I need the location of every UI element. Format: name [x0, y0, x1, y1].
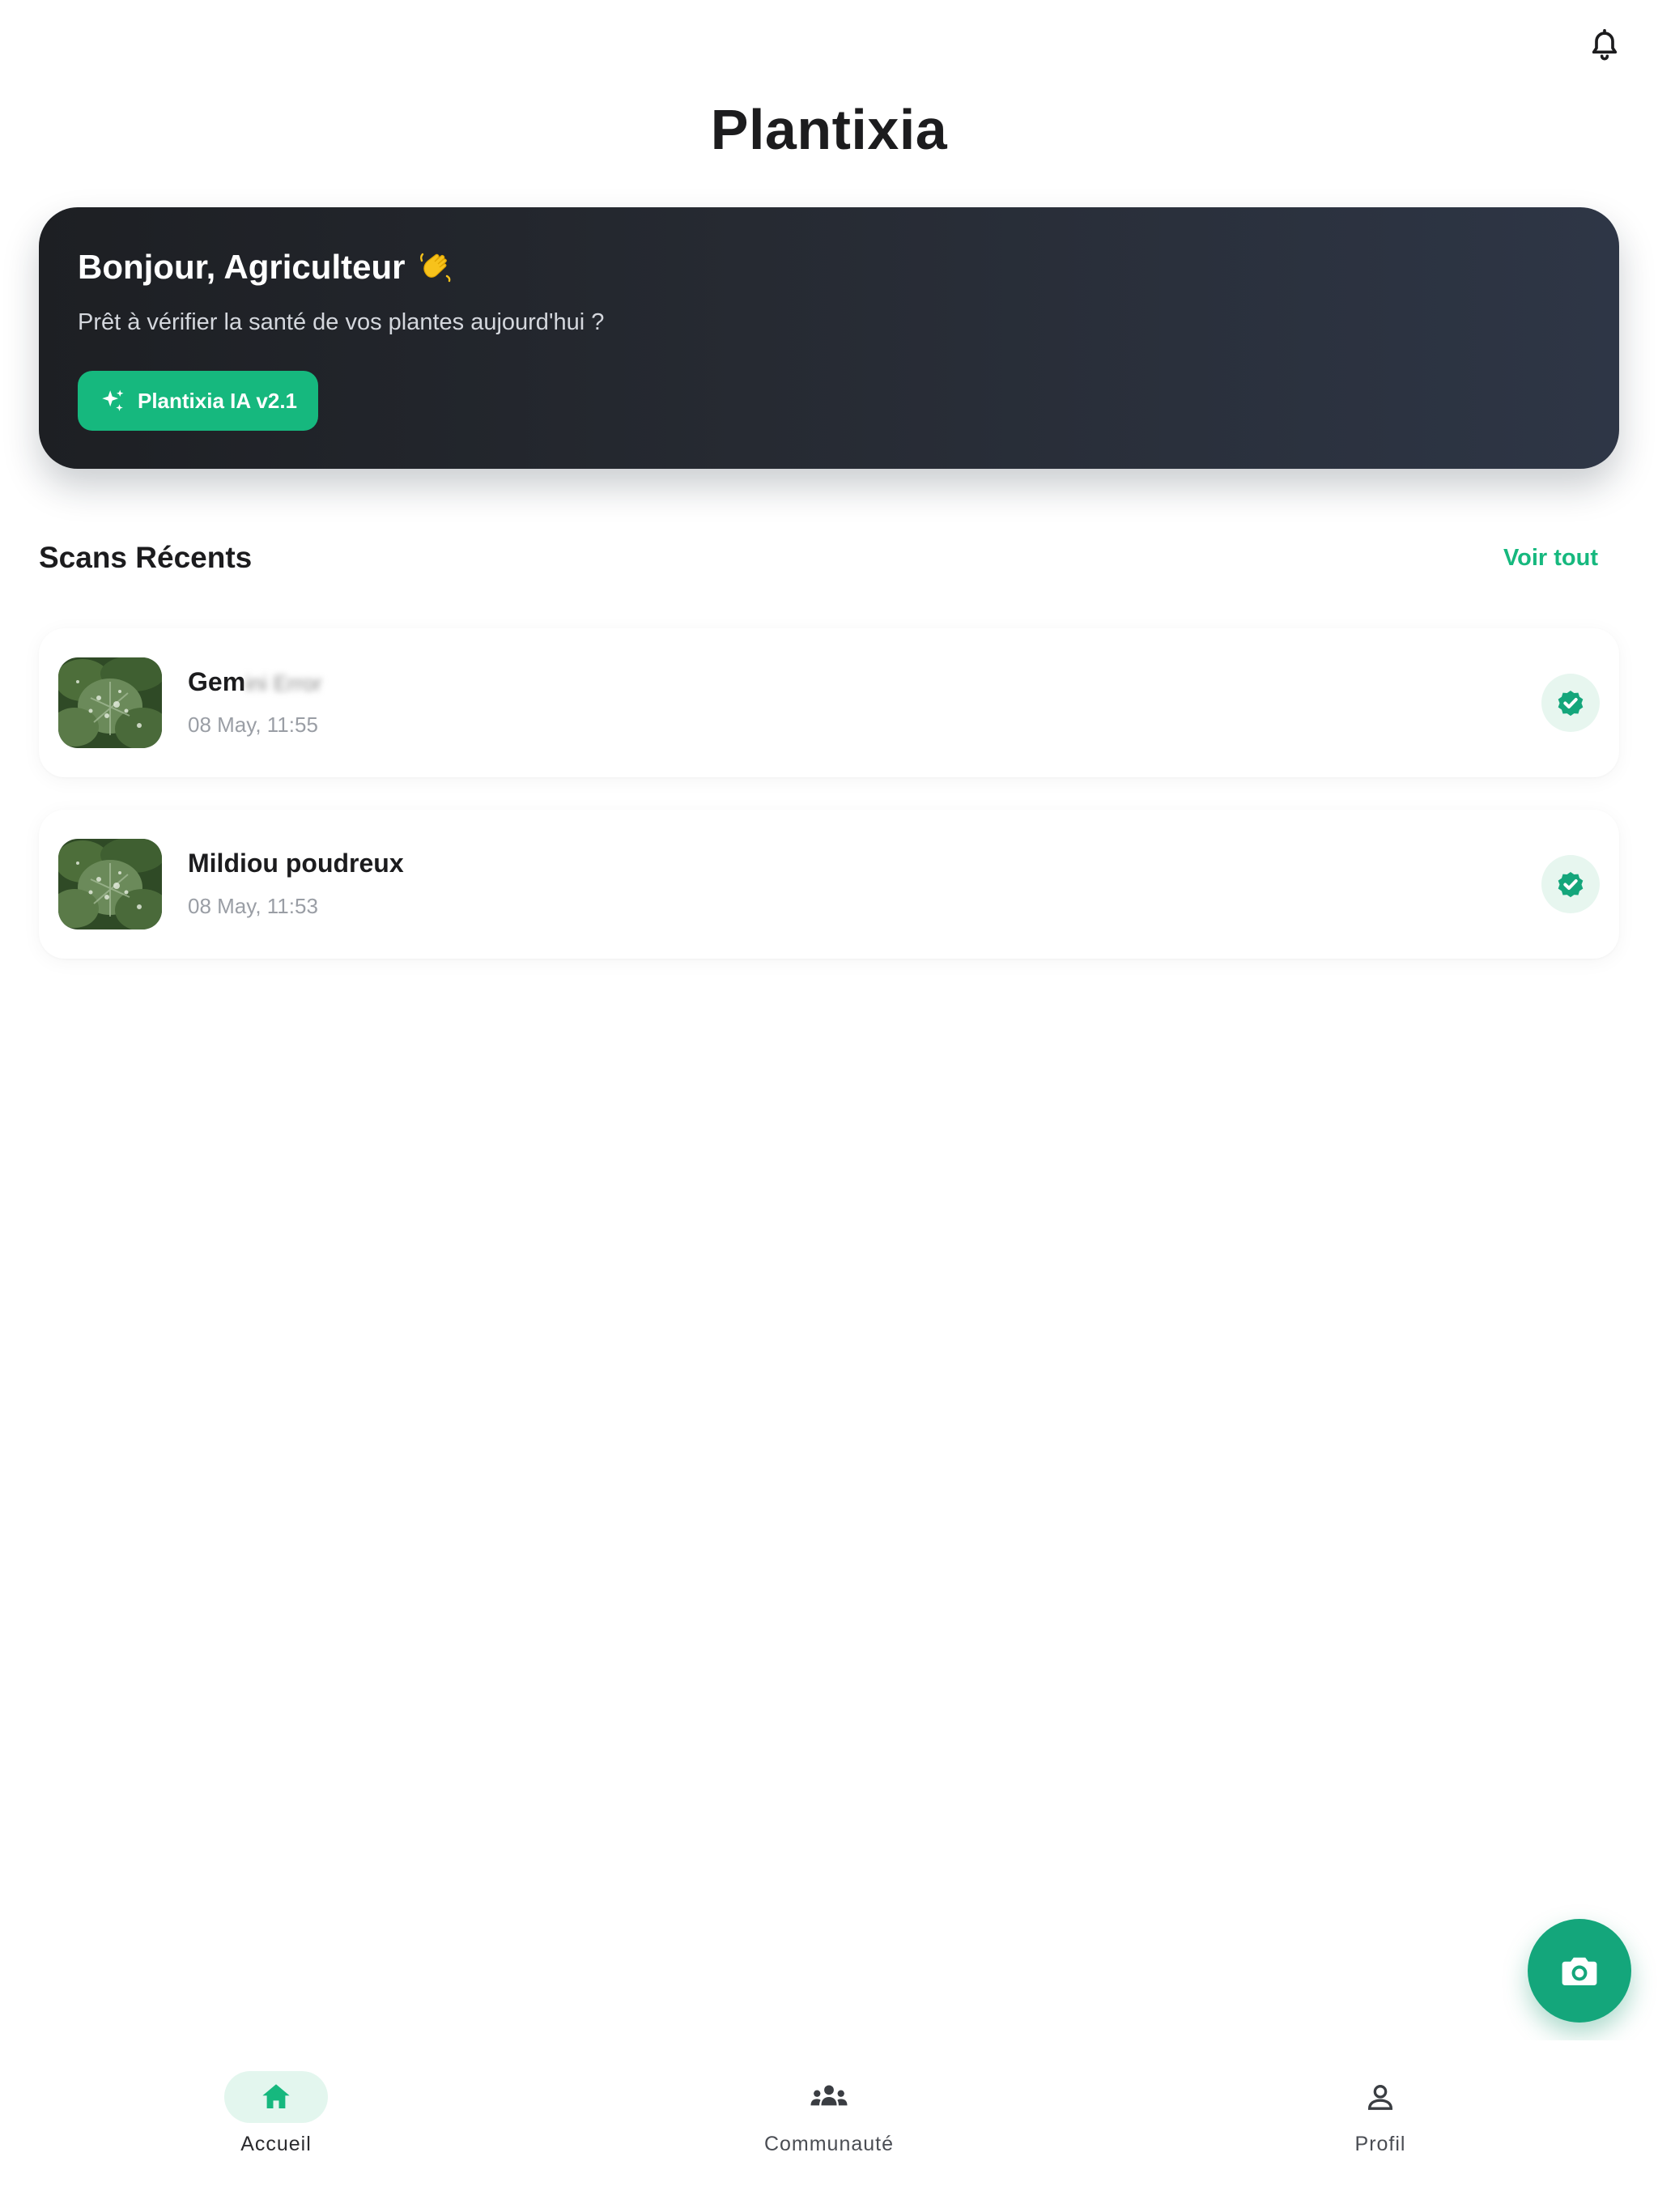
ai-version-label: Plantixia IA v2.1 — [137, 388, 298, 413]
waving-hand-icon — [418, 249, 453, 285]
nav-icon-wrap — [777, 2071, 881, 2123]
scan-camera-button[interactable] — [1528, 1919, 1631, 2023]
scan-name: Gemini Error — [188, 667, 322, 697]
scan-name-obscured: ini Error — [245, 671, 322, 696]
ai-version-badge[interactable]: Plantixia IA v2.1 — [78, 371, 318, 431]
scan-date: 08 May, 11:55 — [188, 713, 318, 737]
nav-active-indicator — [224, 2071, 328, 2123]
welcome-card: Bonjour, Agriculteur Prêt à vérifier la … — [39, 207, 1619, 469]
recent-scans-title: Scans Récents — [39, 541, 253, 574]
scan-thumbnail — [58, 839, 162, 929]
verified-check-icon — [1558, 872, 1584, 898]
see-all-link[interactable]: Voir tout — [1503, 545, 1598, 572]
greeting-text: Bonjour, Agriculteur — [78, 248, 406, 286]
scan-status-badge — [1541, 674, 1600, 732]
nav-item-community[interactable]: Communauté — [708, 2071, 950, 2156]
scan-name-visible: Gem — [188, 667, 246, 696]
scan-status-badge — [1541, 855, 1600, 913]
nav-item-profile[interactable]: Profil — [1259, 2071, 1502, 2156]
bell-icon — [1592, 28, 1618, 61]
scan-item[interactable]: Mildiou poudreux 08 May, 11:53 — [39, 810, 1619, 959]
notifications-button[interactable] — [1585, 26, 1624, 65]
bottom-navigation: Accueil Communauté Profil — [0, 2040, 1658, 2212]
profile-icon — [1367, 2085, 1393, 2110]
greeting-row: Bonjour, Agriculteur — [78, 248, 453, 287]
camera-icon — [1562, 1957, 1597, 1985]
nav-label: Profil — [1354, 2133, 1406, 2155]
scan-name: Mildiou poudreux — [188, 849, 404, 878]
scan-thumbnail — [58, 657, 162, 748]
greeting-subtitle: Prêt à vérifier la santé de vos plantes … — [78, 309, 605, 335]
nav-label: Accueil — [240, 2133, 312, 2155]
app-title: Plantixia — [710, 98, 948, 161]
sparkles-icon — [102, 389, 124, 411]
scan-date: 08 May, 11:53 — [188, 894, 318, 918]
nav-item-home[interactable]: Accueil — [155, 2071, 397, 2156]
nav-icon-wrap — [1329, 2071, 1432, 2123]
nav-label: Communauté — [763, 2133, 895, 2155]
home-icon — [262, 2084, 290, 2108]
scan-item[interactable]: Gemini Error 08 May, 11:55 — [39, 628, 1619, 777]
community-icon — [810, 2085, 848, 2106]
verified-check-icon — [1558, 691, 1584, 717]
